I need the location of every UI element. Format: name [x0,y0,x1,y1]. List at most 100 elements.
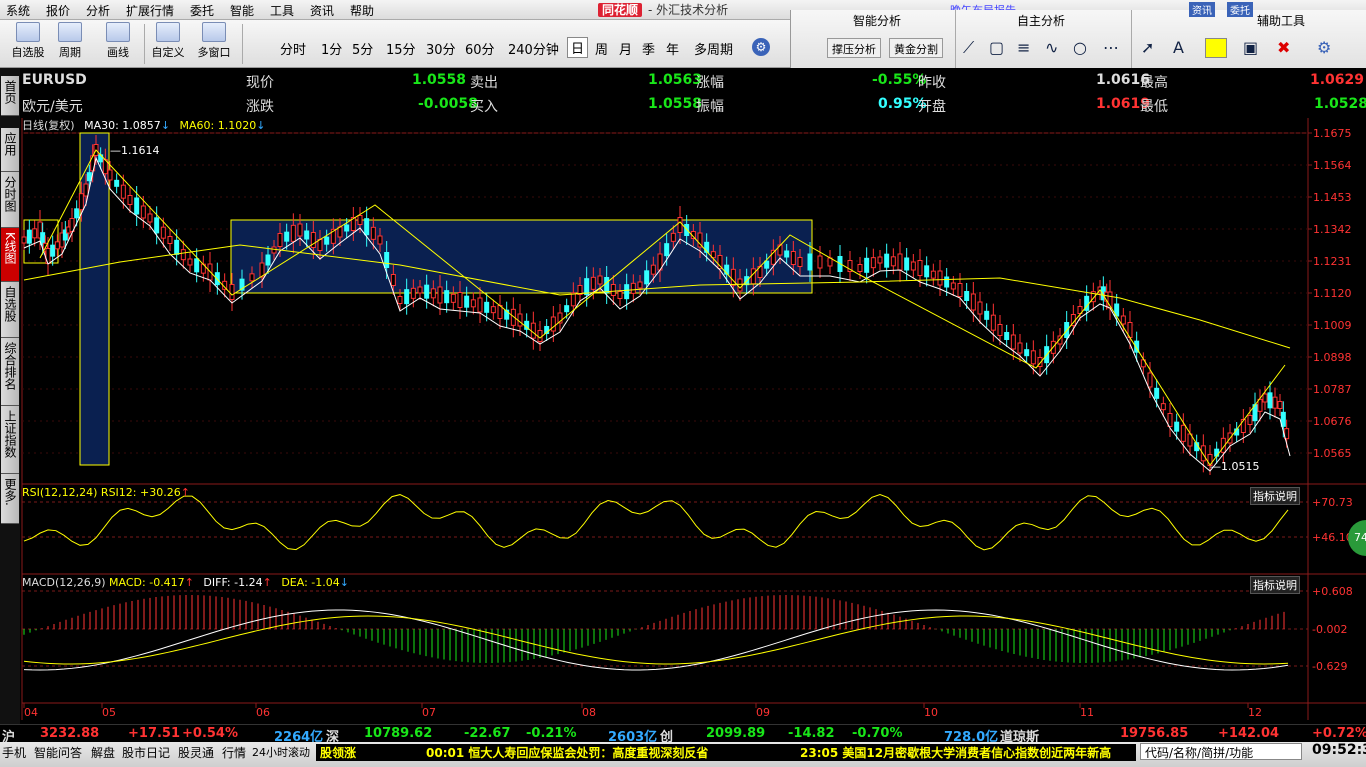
candle-body [357,215,363,225]
candle-body [917,260,923,276]
ma30-label: MA30: 1.0857 [84,119,161,132]
candle-body [134,197,140,215]
candle-body [444,290,450,304]
candle-body [337,226,343,238]
x-tick-label: 11 [1080,706,1094,719]
x-tick-label: 12 [1248,706,1262,719]
index-cy-value: 2099.89 [706,726,766,741]
candle-body [1280,411,1286,427]
x-tick-label: 06 [256,706,270,719]
status-diary[interactable]: 股市日记 [122,744,170,761]
candle-body [127,195,133,205]
candle-body [229,284,235,300]
candle-body [1174,421,1180,432]
candle-body [870,257,876,269]
kline-chart[interactable]: 1.1675 1.1564 1.1453 1.1342 1.1231 1.1120 1.10… [0,0,1366,724]
candle-body [590,276,596,290]
candle-body [50,244,56,257]
candle-body [644,270,650,285]
candle-body [32,228,38,239]
candle-body [464,295,470,308]
candle-body [1257,398,1263,412]
arrow-up-icon: ↑ [180,486,190,499]
arrow-up-icon: ↑ [262,576,272,589]
price-tick-label: 1.0898 [1313,351,1352,364]
candle-body [424,284,430,299]
candle-body [584,278,590,296]
candle-body [78,193,84,211]
status-mobile[interactable]: 手机 [2,744,26,761]
candle-body [950,282,956,290]
candle-body [537,330,543,342]
candle-body [86,172,92,182]
candle-body [1180,424,1186,442]
high-annotation: —1.1614 [110,144,160,157]
status-bar: 手机 智能问答 解盘 股市日记 股灵通 行情 24小时滚动 股领涨 00:01 … [0,742,1366,767]
candle-body [450,293,456,303]
rsi-line [23,493,1289,551]
candle-body [910,261,916,271]
candle-body [1240,419,1246,433]
x-tick-label: 05 [102,706,116,719]
x-tick-label: 09 [756,706,770,719]
price-tick-label: 1.1564 [1313,159,1352,172]
candle-body [997,324,1003,336]
candle-body [857,264,863,272]
candle-body [737,278,743,292]
price-tick-label: 1.1453 [1313,191,1352,204]
candle-body [265,254,271,266]
rsi-desc-button[interactable]: 指标说明 [1250,487,1300,505]
x-tick-label: 10 [924,706,938,719]
candle-body [530,322,536,339]
price-tick-label: 1.1675 [1313,127,1352,140]
status-jiepan[interactable]: 解盘 [91,744,115,761]
arrow-down-icon: ↓ [256,119,266,132]
index-bar: 沪 3232.88 +17.51 +0.54% 2264亿 深 10789.62… [0,724,1366,745]
candle-body [1200,445,1206,462]
candle-body [630,282,636,294]
index-sh-change: +17.51 [128,726,181,741]
highlight-box-left [79,132,110,466]
candle-body [570,292,576,307]
candle-body [1024,349,1030,357]
candle-body [904,257,910,271]
candle-body [21,236,27,244]
price-tick-label: 1.1342 [1313,223,1352,236]
candle-body [1010,334,1016,350]
candle-body [764,260,770,269]
news-ticker[interactable]: 股领涨 00:01 恒大人寿回应保监会处罚：高度重视深刻反省 23:05 美国1… [316,744,1136,761]
candle-body [477,297,483,313]
candle-body [284,231,290,242]
candle-body [317,239,323,251]
candle-body [750,268,756,285]
price-tick-label: 1.0676 [1313,415,1352,428]
candle-body [154,217,160,234]
macd-desc-button[interactable]: 指标说明 [1250,576,1300,594]
candle-body [277,233,283,247]
candle-body [817,255,823,269]
index-sh-value: 3232.88 [40,726,100,741]
status-qa[interactable]: 智能问答 [34,744,82,761]
low-annotation: —1.0515 [1210,460,1260,473]
arrow-up-icon: ↑ [184,576,194,589]
candle-body [550,316,556,332]
search-input[interactable]: 代码/名称/简拼/功能 [1140,743,1302,760]
candle-body [790,251,796,265]
status-market[interactable]: 行情 [222,744,246,761]
candle-body [384,252,390,268]
candle-body [890,256,896,267]
candle-body [140,205,146,219]
candle-body [484,301,490,313]
macd-tick-label: -0.629 [1312,660,1347,673]
status-gulingtong[interactable]: 股灵通 [178,744,214,761]
candle-body [410,287,416,299]
candle-body [1154,387,1160,399]
candle-body [470,299,476,308]
candle-body [1030,350,1036,365]
candle-body [650,264,656,275]
index-sz-value: 10789.62 [364,726,433,741]
arrow-down-icon: ↓ [160,119,171,132]
candle-body [437,286,443,304]
status-24h[interactable]: 24小时滚动 [252,744,310,760]
candle-body [114,179,120,187]
